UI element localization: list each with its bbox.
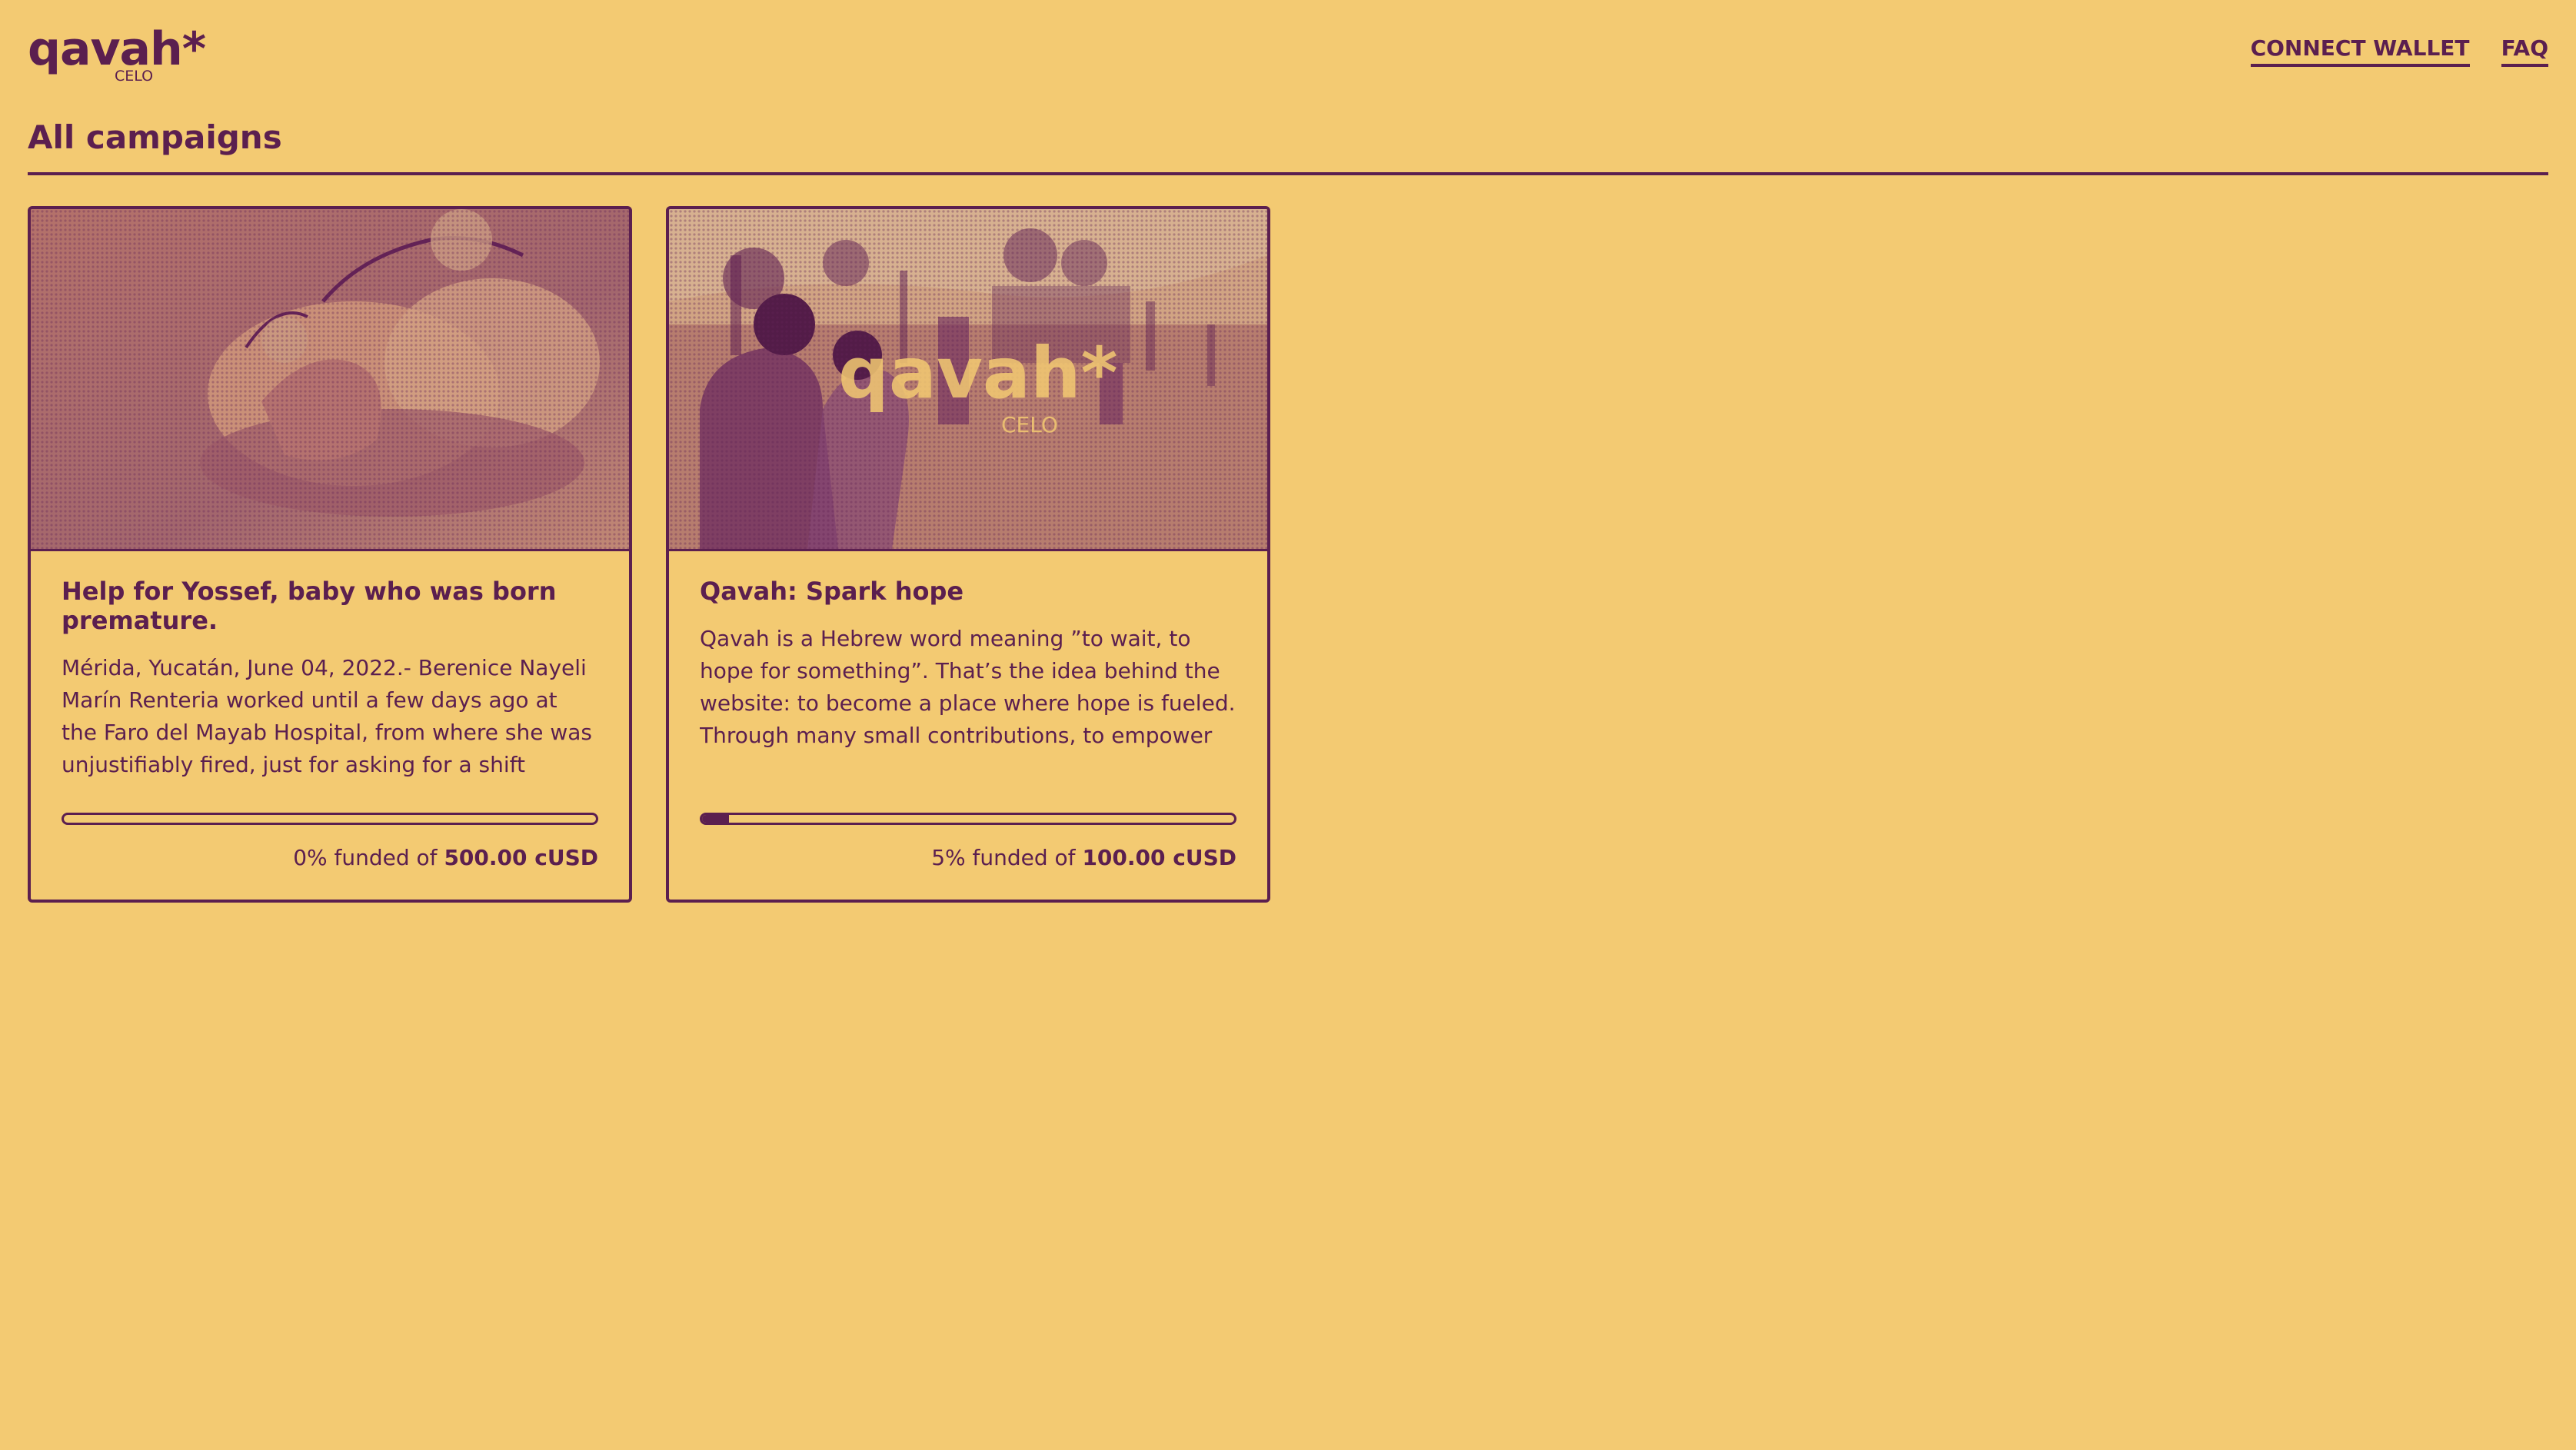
funding-progress-fill [702,815,729,823]
funding-status: 0% funded of 500.00 cUSD [293,844,598,872]
connect-wallet-link[interactable]: CONNECT WALLET [2250,35,2470,67]
campaign-image-baby [31,209,629,551]
campaign-description: Qavah is a Hebrew word meaning ”to wait,… [700,626,1236,748]
logo-subtitle: CELO [115,68,154,85]
image-watermark-logo: qavah* [838,332,1118,414]
funding-percent: 5% funded of [931,845,1076,870]
campaign-body: Qavah: Spark hope Qavah is a Hebrew word… [700,577,1236,752]
funding-percent: 0% funded of [293,845,438,870]
funding-progress-bar [62,813,598,825]
campaign-card[interactable]: Help for Yossef, baby who was born prema… [28,206,632,903]
logo-link[interactable]: qavah* CELO [28,23,206,92]
campaign-title[interactable]: Qavah: Spark hope [700,577,1236,606]
funding-goal: 100.00 cUSD [1082,845,1236,870]
image-watermark-sub: CELO [1001,412,1058,437]
section-heading: All campaigns [28,117,2548,175]
page: qavah* CELO CONNECT WALLET FAQ All campa… [0,0,2576,1450]
page-title: All campaigns [28,118,282,156]
campaign-image-children: qavah* CELO [669,209,1267,551]
funding-status: 5% funded of 100.00 cUSD [931,844,1236,872]
faq-link[interactable]: FAQ [2501,35,2548,67]
header: qavah* CELO CONNECT WALLET FAQ [28,23,2548,92]
campaign-description: Mérida, Yucatán, June 04, 2022.- Berenic… [62,655,592,777]
funding-goal: 500.00 cUSD [444,845,598,870]
top-nav: CONNECT WALLET FAQ [2223,35,2548,78]
campaign-title[interactable]: Help for Yossef, baby who was born prema… [62,577,598,635]
funding-progress-bar [700,813,1236,825]
campaign-card[interactable]: qavah* CELO Qavah: Spark hope Qavah is a… [666,206,1270,903]
campaign-body: Help for Yossef, baby who was born prema… [62,577,598,781]
